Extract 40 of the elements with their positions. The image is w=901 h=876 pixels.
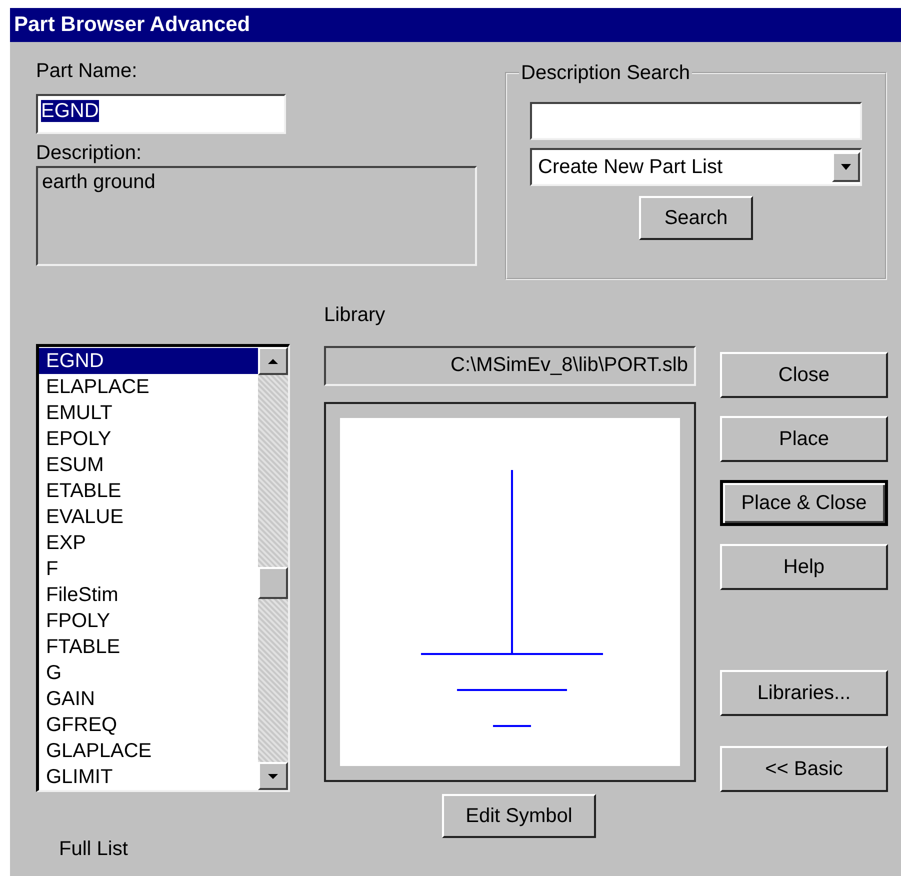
part-list-item[interactable]: FPOLY bbox=[39, 608, 258, 634]
part-list-item[interactable]: EMULT bbox=[39, 400, 258, 426]
library-path-field: C:\MSimEv_8\lib\PORT.slb bbox=[324, 346, 696, 386]
search-field[interactable] bbox=[530, 102, 862, 140]
dialog-button[interactable]: Help bbox=[720, 544, 888, 590]
part-list-item[interactable]: EXP bbox=[39, 530, 258, 556]
description-text: earth ground bbox=[42, 171, 156, 193]
part-list-item[interactable]: ELAPLACE bbox=[39, 374, 258, 400]
dialog-button[interactable]: Place bbox=[720, 416, 888, 462]
part-name-field[interactable]: EGND bbox=[36, 94, 286, 134]
part-list-item[interactable]: GLAPLACE bbox=[39, 738, 258, 764]
search-button[interactable]: Search bbox=[639, 196, 753, 240]
part-list-item[interactable]: ESUM bbox=[39, 452, 258, 478]
dialog-button[interactable]: Libraries... bbox=[720, 670, 888, 716]
dialog-button[interactable]: Close bbox=[720, 352, 888, 398]
part-list-item[interactable]: FileStim bbox=[39, 582, 258, 608]
dialog-button[interactable]: Place & Close bbox=[720, 480, 888, 526]
part-list-item[interactable]: EGND bbox=[39, 348, 258, 374]
part-list-item[interactable]: F bbox=[39, 556, 258, 582]
part-name-label: Part Name: bbox=[36, 59, 138, 84]
edit-symbol-button[interactable]: Edit Symbol bbox=[442, 794, 596, 838]
description-label: Description: bbox=[36, 141, 142, 166]
list-mode-label: Full List bbox=[59, 838, 129, 861]
part-list-item[interactable]: ETABLE bbox=[39, 478, 258, 504]
scroll-up-icon[interactable] bbox=[258, 347, 288, 375]
part-list-item[interactable]: GLIMIT bbox=[39, 764, 258, 790]
part-list-item[interactable]: GFREQ bbox=[39, 712, 258, 738]
window-title: Part Browser Advanced bbox=[10, 8, 901, 42]
list-dropdown[interactable]: Create New Part List bbox=[530, 148, 862, 186]
part-list-item[interactable]: FTABLE bbox=[39, 634, 258, 660]
part-list-item[interactable]: G bbox=[39, 660, 258, 686]
part-name-value: EGND bbox=[41, 100, 99, 122]
scrollbar[interactable] bbox=[258, 347, 288, 790]
scroll-down-icon[interactable] bbox=[258, 762, 288, 790]
part-list-item[interactable]: GAIN bbox=[39, 686, 258, 712]
part-list-item[interactable]: EVALUE bbox=[39, 504, 258, 530]
dialog-button[interactable]: << Basic bbox=[720, 746, 888, 792]
part-list-item[interactable]: EPOLY bbox=[39, 426, 258, 452]
library-label: Library bbox=[324, 303, 386, 328]
scroll-thumb[interactable] bbox=[258, 567, 288, 599]
